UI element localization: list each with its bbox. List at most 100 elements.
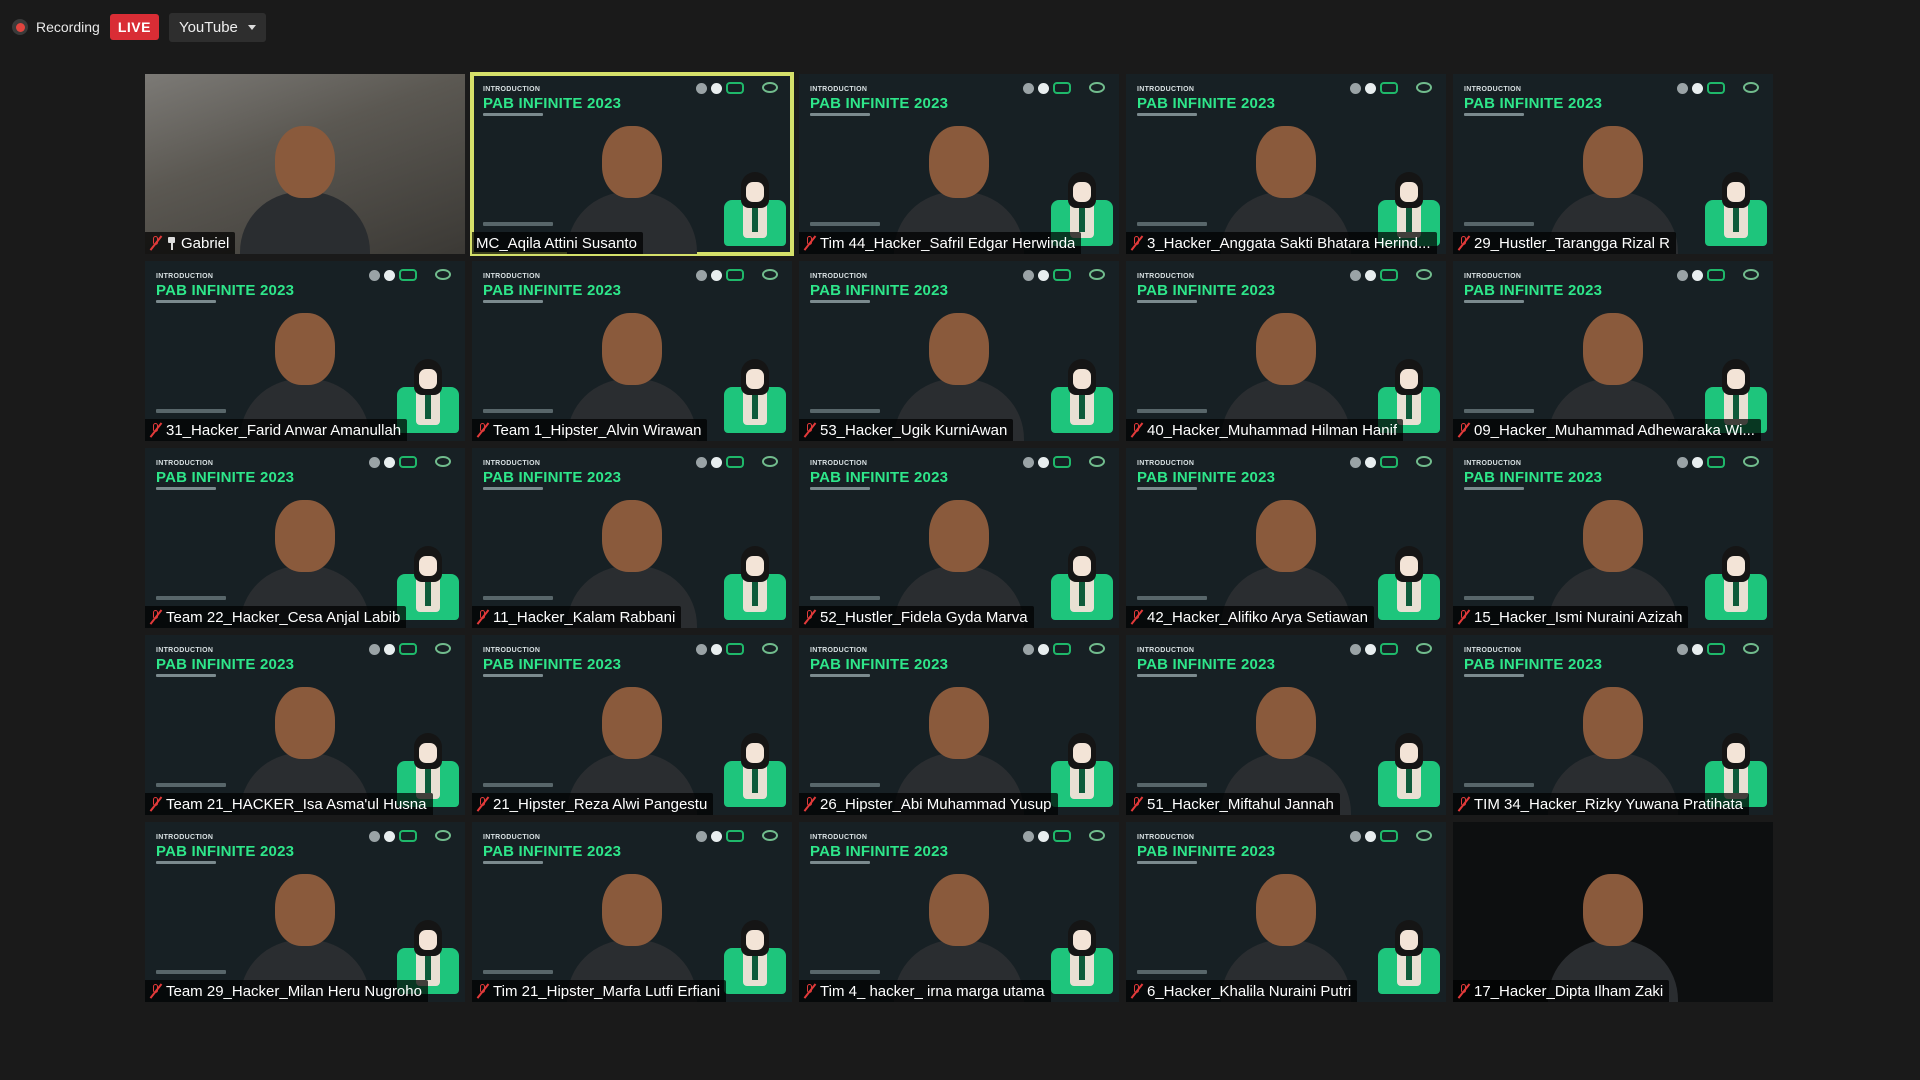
info-icon xyxy=(384,269,395,281)
mascot-illustration xyxy=(1051,538,1113,620)
participant-tile[interactable]: INTRODUCTION PAB INFINITE 2023 Tim 44_Hack… xyxy=(799,74,1119,254)
participant-tile[interactable]: INTRODUCTION PAB INFINITE 2023 26_Hipster_… xyxy=(799,635,1119,815)
slide-logo-icons xyxy=(1350,82,1398,94)
slide-title: PAB INFINITE 2023 xyxy=(156,843,295,860)
participant-tile[interactable]: INTRODUCTION PAB INFINITE 2023 15_Hacker_I… xyxy=(1453,448,1773,628)
eye-icon xyxy=(1089,82,1105,93)
slide-subtitle-line xyxy=(156,861,216,864)
slide-date-line xyxy=(1464,409,1534,413)
logo-icon xyxy=(369,456,380,468)
participant-name: 31_Hacker_Farid Anwar Amanullah xyxy=(166,421,402,439)
participant-tile[interactable]: INTRODUCTION PAB INFINITE 2023 6_Hacker_Kh… xyxy=(1126,822,1446,1002)
slide-logo-icons xyxy=(1350,456,1398,468)
participant-tile[interactable]: INTRODUCTION PAB INFINITE 2023 MC_Aqila At… xyxy=(470,72,794,256)
slide-intro-label: INTRODUCTION xyxy=(810,86,868,93)
info-icon xyxy=(384,830,395,842)
participant-tile[interactable]: INTRODUCTION PAB INFINITE 2023 Team 29_Hac… xyxy=(145,822,465,1002)
mic-muted-icon xyxy=(1457,796,1470,812)
slide-date-line xyxy=(1464,596,1534,600)
mascot-illustration xyxy=(1705,538,1767,620)
participant-tile[interactable]: INTRODUCTION PAB INFINITE 2023 21_Hipster_… xyxy=(472,635,792,815)
participant-tile[interactable]: INTRODUCTION PAB INFINITE 2023 Team 22_Hac… xyxy=(145,448,465,628)
participant-name-bar: 42_Hacker_Alifiko Arya Setiawan xyxy=(1126,606,1374,628)
participant-tile[interactable]: 17_Hacker_Dipta Ilham Zaki xyxy=(1453,822,1773,1002)
eye-icon xyxy=(1743,82,1759,93)
participant-tile[interactable]: INTRODUCTION PAB INFINITE 2023 09_Hacker_M… xyxy=(1453,261,1773,441)
participant-tile[interactable]: Gabriel xyxy=(145,74,465,254)
logo-icon xyxy=(1350,82,1361,94)
info-icon xyxy=(384,456,395,468)
slide-subtitle-line xyxy=(1137,487,1197,490)
mascot-illustration xyxy=(724,538,786,620)
logo-icon xyxy=(1023,456,1034,468)
participant-tile[interactable]: INTRODUCTION PAB INFINITE 2023 40_Hacker_M… xyxy=(1126,261,1446,441)
mascot-illustration xyxy=(724,351,786,433)
live-badge[interactable]: LIVE xyxy=(109,14,159,40)
participant-tile[interactable]: INTRODUCTION PAB INFINITE 2023 Team 21_HAC… xyxy=(145,635,465,815)
participant-name-bar: 40_Hacker_Muhammad Hilman Hanif xyxy=(1126,419,1404,441)
mic-muted-icon xyxy=(149,796,162,812)
info-icon xyxy=(711,830,722,842)
stream-target-dropdown[interactable]: YouTube xyxy=(168,12,266,42)
participant-tile[interactable]: INTRODUCTION PAB INFINITE 2023 51_Hacker_M… xyxy=(1126,635,1446,815)
participant-name-bar: Tim 44_Hacker_Safril Edgar Herwinda xyxy=(799,232,1082,254)
participant-tile[interactable]: INTRODUCTION PAB INFINITE 2023 52_Hustler_… xyxy=(799,448,1119,628)
mascot-illustration xyxy=(1705,164,1767,246)
slide-logo-icons xyxy=(369,643,417,655)
info-icon xyxy=(1365,456,1376,468)
participant-name-bar: 3_Hacker_Anggata Sakti Bhatara Herind... xyxy=(1126,232,1437,254)
mascot-illustration xyxy=(397,538,459,620)
participant-tile[interactable]: INTRODUCTION PAB INFINITE 2023 42_Hacker_A… xyxy=(1126,448,1446,628)
recording-indicator[interactable]: Recording xyxy=(12,19,100,35)
slide-title: PAB INFINITE 2023 xyxy=(810,282,949,299)
logo-icon xyxy=(696,456,707,468)
recording-toolbar: Recording LIVE YouTube xyxy=(12,12,266,42)
chevron-down-icon xyxy=(247,24,256,30)
participant-name: 42_Hacker_Alifiko Arya Setiawan xyxy=(1147,608,1368,626)
participant-tile[interactable]: INTRODUCTION PAB INFINITE 2023 Tim 4_ hack… xyxy=(799,822,1119,1002)
eye-icon xyxy=(762,82,778,93)
participant-tile[interactable]: INTRODUCTION PAB INFINITE 2023 53_Hacker_U… xyxy=(799,261,1119,441)
slide-date-line xyxy=(483,970,553,974)
mic-muted-icon xyxy=(1457,235,1470,251)
slide-logo-icons xyxy=(1350,269,1398,281)
slide-subtitle-line xyxy=(1464,113,1524,116)
eye-icon xyxy=(435,269,451,280)
slide-subtitle-line xyxy=(1464,487,1524,490)
participant-tile[interactable]: INTRODUCTION PAB INFINITE 2023 11_Hacker_K… xyxy=(472,448,792,628)
eye-icon xyxy=(1416,643,1432,654)
participant-name: 26_Hipster_Abi Muhammad Yusup xyxy=(820,795,1052,813)
slide-subtitle-line xyxy=(1464,674,1524,677)
logo-icon xyxy=(1023,830,1034,842)
infinity-icon xyxy=(1380,269,1398,281)
participant-tile[interactable]: INTRODUCTION PAB INFINITE 2023 29_Hustler_… xyxy=(1453,74,1773,254)
slide-intro-label: INTRODUCTION xyxy=(1464,273,1522,280)
slide-intro-label: INTRODUCTION xyxy=(156,460,214,467)
slide-subtitle-line xyxy=(810,674,870,677)
participant-tile[interactable]: INTRODUCTION PAB INFINITE 2023 31_Hacker_F… xyxy=(145,261,465,441)
participant-tile[interactable]: INTRODUCTION PAB INFINITE 2023 TIM 34_Hack… xyxy=(1453,635,1773,815)
slide-date-line xyxy=(1137,970,1207,974)
logo-icon xyxy=(1677,643,1688,655)
participant-tile[interactable]: INTRODUCTION PAB INFINITE 2023 3_Hacker_An… xyxy=(1126,74,1446,254)
logo-icon xyxy=(696,643,707,655)
logo-icon xyxy=(1350,643,1361,655)
infinity-icon xyxy=(1707,643,1725,655)
participant-tile[interactable]: INTRODUCTION PAB INFINITE 2023 Team 1_Hips… xyxy=(472,261,792,441)
slide-title: PAB INFINITE 2023 xyxy=(483,95,622,112)
slide-logo-icons xyxy=(1677,643,1725,655)
slide-intro-label: INTRODUCTION xyxy=(156,273,214,280)
slide-subtitle-line xyxy=(810,113,870,116)
participant-tile[interactable]: INTRODUCTION PAB INFINITE 2023 Tim 21_Hips… xyxy=(472,822,792,1002)
infinity-icon xyxy=(1707,456,1725,468)
info-icon xyxy=(711,82,722,94)
info-icon xyxy=(1038,830,1049,842)
eye-icon xyxy=(1089,269,1105,280)
slide-logo-icons xyxy=(1350,643,1398,655)
eye-icon xyxy=(1089,643,1105,654)
mascot-illustration xyxy=(1051,725,1113,807)
slide-date-line xyxy=(810,596,880,600)
info-icon xyxy=(1365,82,1376,94)
info-icon xyxy=(1692,269,1703,281)
participant-name-bar: Tim 21_Hipster_Marfa Lutfi Erfiani xyxy=(472,980,727,1002)
